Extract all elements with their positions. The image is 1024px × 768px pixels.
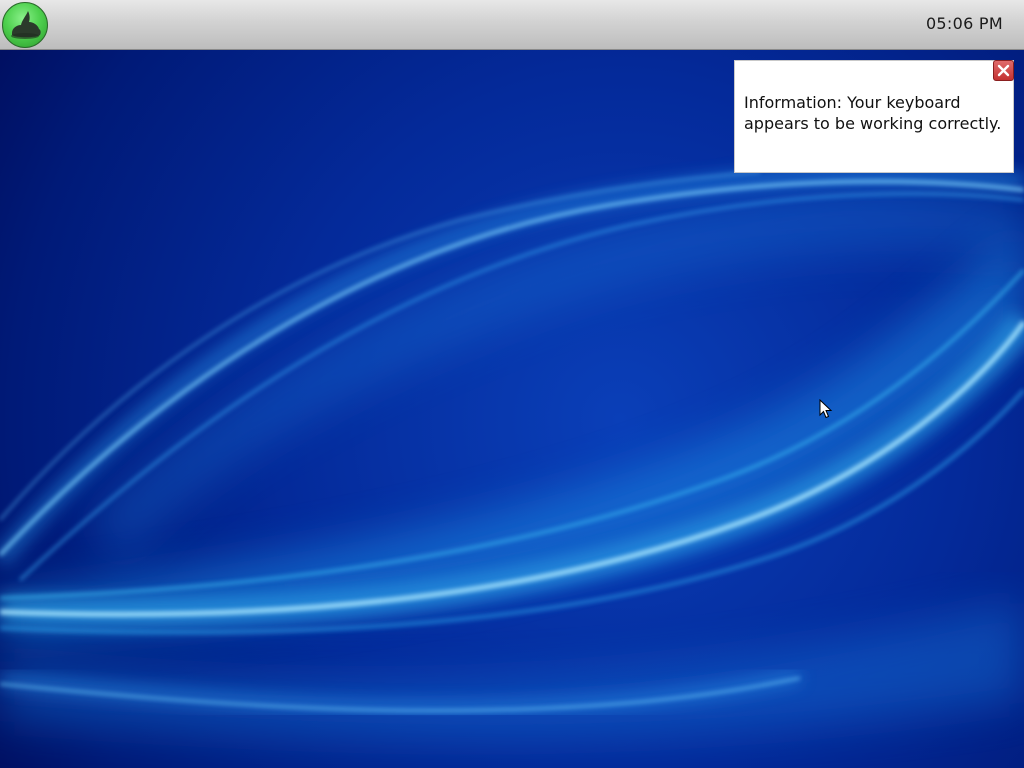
close-icon	[997, 64, 1010, 77]
screen: 05:06 PM Information: Your keyboard appe…	[0, 0, 1024, 768]
notification-close-button[interactable]	[993, 60, 1014, 81]
mouse-pointer-icon	[819, 399, 833, 419]
taskbar-clock[interactable]: 05:06 PM	[926, 14, 1003, 33]
notification-popup: Information: Your keyboard appears to be…	[734, 60, 1014, 173]
notification-message: Information: Your keyboard appears to be…	[744, 93, 1002, 133]
green-globe-icon	[11, 11, 41, 39]
taskbar: 05:06 PM	[0, 0, 1024, 50]
start-menu-button[interactable]	[2, 2, 48, 48]
